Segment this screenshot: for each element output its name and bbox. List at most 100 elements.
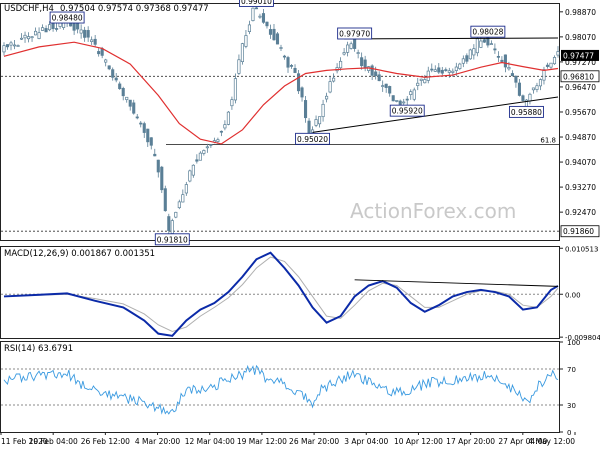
candle-body: [433, 69, 437, 72]
candle-body: [142, 123, 146, 133]
x-tick-label: 26 Mar 20:00: [289, 437, 339, 446]
candle-body: [289, 65, 294, 67]
candle-body: [132, 102, 136, 114]
price-annotation: 0.95920: [392, 107, 423, 116]
price-level-label: 0.91860: [563, 227, 594, 236]
candle-body: [437, 67, 441, 73]
candle-body: [296, 73, 301, 92]
candle-body: [275, 33, 280, 45]
candle-body: [496, 55, 500, 58]
candle-body: [325, 95, 329, 100]
candle-body: [381, 85, 385, 87]
candle-body: [458, 63, 462, 69]
x-tick-label: 3 Apr 04:00: [344, 437, 388, 446]
rsi-panel: 100 70 30 0: [0, 339, 580, 437]
candle-body: [156, 159, 160, 173]
candle-body: [114, 77, 118, 81]
candle-body: [93, 38, 97, 45]
candle-body: [223, 124, 227, 129]
candle-body: [44, 28, 48, 33]
candle-body: [30, 36, 34, 39]
candle-body: [268, 29, 273, 35]
candle-body: [135, 116, 139, 119]
x-tick-label: 10 Apr 12:00: [394, 437, 443, 446]
candle-body: [254, 7, 259, 10]
x-tick-label: 26 Feb 12:00: [81, 437, 130, 446]
candle-body: [55, 28, 59, 30]
x-tick-label: 12 Mar 04:00: [185, 437, 235, 446]
candle-body: [233, 78, 237, 101]
candle-body: [237, 59, 241, 74]
candle-body: [163, 188, 167, 212]
candle-body: [5, 44, 10, 48]
candle-body: [356, 52, 360, 54]
price-y-tick-label: 0.94070: [565, 158, 596, 167]
candle-body: [251, 7, 255, 21]
candle-body: [303, 100, 308, 119]
price-annotation: 0.97970: [339, 29, 370, 38]
candle-body: [97, 51, 101, 55]
candle-body: [170, 220, 174, 234]
candle-body: [265, 21, 269, 27]
candle-body: [41, 27, 45, 31]
x-tick-label: 17 Apr 20:00: [446, 437, 495, 446]
candle-body: [535, 85, 539, 90]
candle-body: [370, 65, 374, 76]
price-annotation: 0.95880: [511, 108, 542, 117]
candle-body: [507, 67, 511, 70]
candle-body: [321, 103, 325, 118]
price-annotation: 0.91810: [157, 235, 188, 244]
candle-body: [51, 23, 55, 30]
candle-body: [16, 45, 20, 47]
candle-body: [209, 144, 213, 146]
candle-body: [339, 60, 343, 69]
rsi-y-tick-label: 30: [567, 402, 576, 410]
rsi-y-tick-label: 70: [567, 366, 576, 374]
candle-body: [198, 152, 202, 161]
chart-root: 0.988700.980700.972700.964700.956700.948…: [0, 0, 600, 446]
candle-body: [360, 57, 364, 67]
candle-body: [517, 82, 521, 96]
candle-body: [261, 13, 266, 23]
candle-body: [48, 24, 52, 31]
candle-body: [79, 29, 83, 34]
candle-body: [412, 89, 416, 100]
candle-body: [482, 39, 486, 43]
fib-level-tag: 61.8: [540, 137, 556, 145]
candle-body: [139, 122, 143, 125]
candle-body: [76, 22, 80, 30]
candle-body: [384, 83, 388, 88]
candle-body: [279, 47, 283, 49]
candle-body: [247, 24, 251, 32]
macd-y-tick-label: 0.00: [565, 291, 581, 299]
candle-body: [300, 87, 304, 98]
candle-body: [121, 88, 125, 97]
candle-body: [475, 38, 479, 54]
candle-body: [104, 59, 108, 63]
candle-body: [430, 68, 434, 71]
candle-body: [90, 39, 94, 42]
price-annotation: 0.95020: [297, 135, 328, 144]
candle-body: [314, 119, 318, 126]
candle-body: [549, 62, 553, 68]
watermark: ActionForex.com: [350, 199, 516, 223]
x-tick-label: 4 Mar 20:00: [135, 437, 181, 446]
candle-body: [545, 64, 550, 67]
candle-body: [426, 70, 430, 81]
candle-body: [440, 69, 444, 74]
price-y-tick-label: 0.98870: [565, 8, 596, 17]
candle-body: [447, 70, 451, 73]
candle-body: [503, 54, 507, 68]
candle-body: [353, 38, 357, 49]
rsi-title: RSI(14) 63.6791: [4, 344, 73, 354]
macd-y-tick-label: 0.010513: [565, 245, 598, 253]
candle-body: [479, 40, 483, 48]
candle-body: [191, 164, 195, 176]
candle-body: [149, 137, 153, 146]
candle-body: [37, 32, 41, 39]
candle-body: [34, 30, 38, 36]
candle-body: [216, 139, 220, 142]
x-axis: 11 Feb 202019 Feb 04:00 26 Feb 12:00 4 Mar…: [0, 432, 576, 446]
candle-body: [174, 211, 178, 218]
price-y-tick-label: 0.96470: [565, 83, 596, 92]
